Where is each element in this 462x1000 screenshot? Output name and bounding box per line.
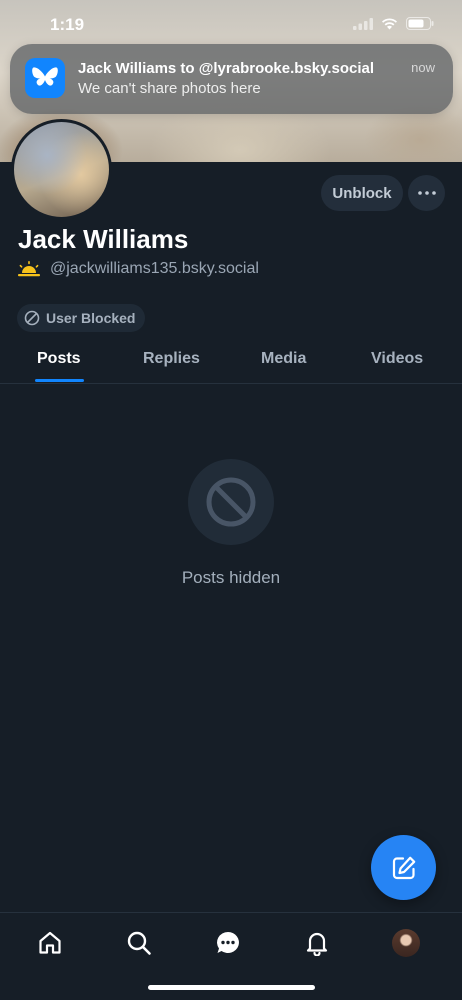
display-name: Jack Williams bbox=[18, 224, 189, 254]
status-bar: 1:19 bbox=[0, 0, 462, 50]
profile-avatar-icon bbox=[392, 929, 420, 957]
blocked-label: User Blocked bbox=[46, 310, 136, 326]
sunrise-icon bbox=[18, 261, 40, 277]
status-icons bbox=[353, 17, 434, 30]
compose-icon bbox=[392, 856, 415, 879]
search-icon bbox=[127, 931, 151, 955]
ellipsis-icon bbox=[417, 191, 436, 195]
notification-body: We can't share photos here bbox=[78, 80, 261, 97]
nav-search[interactable] bbox=[124, 928, 154, 958]
active-tab-indicator bbox=[35, 379, 84, 382]
tab-replies[interactable]: Replies bbox=[143, 350, 200, 368]
profile-handle: @jackwilliams135.bsky.social bbox=[50, 260, 259, 277]
home-indicator bbox=[148, 985, 315, 990]
unblock-button[interactable]: Unblock bbox=[321, 175, 403, 211]
bell-icon bbox=[306, 932, 328, 956]
block-icon bbox=[24, 310, 40, 326]
butterfly-icon bbox=[25, 58, 65, 98]
tab-videos[interactable]: Videos bbox=[371, 350, 423, 368]
profile-tabs: Posts Replies Media Videos bbox=[0, 340, 462, 384]
chat-icon bbox=[217, 932, 239, 953]
nav-chat[interactable] bbox=[213, 928, 243, 958]
status-time: 1:19 bbox=[50, 15, 85, 34]
profile-avatar[interactable] bbox=[11, 119, 112, 220]
notification-banner[interactable]: Jack Williams to @lyrabrooke.bsky.social… bbox=[10, 44, 453, 114]
home-icon bbox=[39, 931, 61, 954]
tab-media[interactable]: Media bbox=[261, 350, 306, 368]
cellular-signal-icon bbox=[353, 17, 373, 30]
notification-title: Jack Williams to @lyrabrooke.bsky.social bbox=[78, 60, 375, 77]
notification-time: now bbox=[411, 60, 435, 75]
nav-profile[interactable] bbox=[391, 928, 421, 958]
compose-button[interactable] bbox=[371, 835, 436, 900]
blocked-status-badge: User Blocked bbox=[17, 304, 145, 332]
battery-icon bbox=[406, 17, 434, 30]
nav-home[interactable] bbox=[35, 928, 65, 958]
posts-hidden-text: Posts hidden bbox=[181, 568, 281, 587]
posts-hidden-icon bbox=[188, 459, 274, 545]
more-options-button[interactable] bbox=[408, 175, 445, 211]
wifi-icon bbox=[382, 18, 397, 30]
handle-row: @jackwilliams135.bsky.social bbox=[18, 260, 259, 278]
nav-notifications[interactable] bbox=[302, 928, 332, 958]
tab-posts[interactable]: Posts bbox=[37, 350, 81, 368]
